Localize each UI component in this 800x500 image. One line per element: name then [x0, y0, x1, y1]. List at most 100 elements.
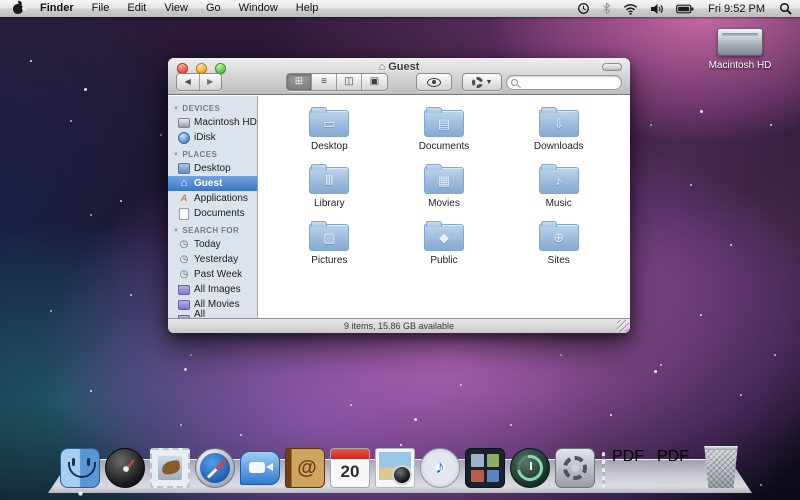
sidebar-item-desktop[interactable]: Desktop: [168, 161, 257, 176]
addressbook-glyph: @: [297, 457, 317, 480]
menu-item-edit[interactable]: Edit: [118, 2, 155, 14]
dock-icon-finder[interactable]: [60, 448, 100, 488]
menu-item-view[interactable]: View: [155, 2, 197, 14]
dock-icon-addressbook[interactable]: @: [285, 448, 325, 488]
quick-look-button[interactable]: [416, 73, 452, 91]
dock-icon-sysprefs[interactable]: [555, 448, 595, 488]
menu-item-window[interactable]: Window: [230, 2, 287, 14]
sidebar-item-past-week[interactable]: ◷Past Week: [168, 267, 257, 282]
sidebar-item-guest[interactable]: ⌂Guest: [168, 176, 257, 191]
desktop-volume-macintosh-hd[interactable]: Macintosh HD: [698, 28, 782, 71]
menu-bar-clock[interactable]: Fri 9:52 PM: [706, 3, 767, 15]
sidebar-item-idisk[interactable]: iDisk: [168, 130, 257, 145]
spotlight-search-icon[interactable]: [779, 2, 792, 15]
doc-icon: [178, 208, 190, 220]
window-titlebar[interactable]: ⌂Guest ◀ ▶ ⊞ ≡ ◫ ▣ ▼: [168, 58, 630, 95]
sidebar-item-documents[interactable]: Documents: [168, 206, 257, 221]
folder-sites[interactable]: ⊕Sites: [539, 216, 579, 266]
sidebar-section-header[interactable]: ▼SEARCH FOR: [168, 221, 257, 237]
sync-clock-icon[interactable]: [577, 2, 590, 15]
folder-documents[interactable]: ▤Documents: [419, 102, 470, 152]
finder-window: ⌂Guest ◀ ▶ ⊞ ≡ ◫ ▣ ▼: [168, 58, 630, 333]
dock-icon-timemachine[interactable]: [510, 448, 550, 488]
dock-icon-dashboard[interactable]: [105, 448, 145, 488]
dock-icon-mail[interactable]: [150, 448, 190, 488]
dock-separator: [602, 452, 605, 488]
folder-public[interactable]: ◆Public: [424, 216, 464, 266]
search-field[interactable]: [506, 75, 622, 90]
pictures-emblem-icon: ▨: [323, 230, 335, 246]
movies-emblem-icon: ▦: [438, 173, 450, 189]
dock-icon-pdf-document-2[interactable]: PDF: [657, 448, 697, 488]
folder-music[interactable]: ♪Music: [539, 159, 579, 209]
search-icon: [511, 79, 518, 86]
dock-icon-ichat[interactable]: [240, 451, 280, 485]
sidebar-item-label: Past Week: [194, 269, 242, 280]
back-button[interactable]: ◀: [177, 74, 200, 90]
view-mode-control: ⊞ ≡ ◫ ▣: [286, 73, 388, 91]
folder-movies[interactable]: ▦ Movies: [424, 159, 464, 209]
desktop: { "colors": { "accent": "#3a77c6", "side…: [0, 0, 800, 500]
dock-icon-itunes[interactable]: ♪: [420, 448, 460, 488]
dock-icon-spaces[interactable]: [465, 448, 505, 488]
eye-icon: [427, 78, 441, 87]
sidebar-section-label: SEARCH FOR: [182, 226, 239, 235]
sidebar-item-all-images[interactable]: All Images: [168, 282, 257, 297]
app-icon: A: [178, 193, 190, 205]
disclosure-triangle-icon: ▼: [173, 152, 179, 158]
volume-icon[interactable]: [650, 3, 664, 15]
menu-item-help[interactable]: Help: [287, 2, 328, 14]
running-indicator: [78, 491, 83, 496]
list-view-button[interactable]: ≡: [312, 74, 337, 90]
folder-label: Library: [314, 198, 345, 209]
forward-button[interactable]: ▶: [200, 74, 222, 90]
menu-item-go[interactable]: Go: [197, 2, 230, 14]
sidebar: ▼DEVICESMacintosh HDiDisk▼PLACES Desktop ⌂…: [168, 96, 258, 318]
documents-emblem-icon: ▤: [438, 116, 450, 132]
menu-item-file[interactable]: File: [83, 2, 119, 14]
folder-desktop[interactable]: ▭Desktop: [309, 102, 349, 152]
sidebar-item-today[interactable]: ◷Today: [168, 237, 257, 252]
dock-icon-pdf-document[interactable]: PDF: [612, 448, 652, 488]
apple-menu-icon[interactable]: [12, 2, 25, 15]
battery-icon[interactable]: [676, 4, 694, 14]
toolbar: ◀ ▶ ⊞ ≡ ◫ ▣ ▼: [168, 72, 630, 92]
dock-icon-safari[interactable]: [195, 448, 235, 488]
downloads-emblem-icon: ⇩: [553, 116, 564, 132]
action-menu-button[interactable]: ▼: [462, 73, 502, 91]
window-body: ▼DEVICESMacintosh HDiDisk▼PLACES Desktop ⌂…: [168, 96, 630, 318]
dock: @20 ♪ PDF PDF: [60, 444, 740, 488]
sidebar-item-yesterday[interactable]: ◷Yesterday: [168, 252, 257, 267]
library-emblem-icon: Ⅲ: [325, 173, 334, 189]
dock-icon-iphoto[interactable]: [375, 448, 415, 488]
resize-grip[interactable]: [617, 320, 629, 332]
folder-downloads[interactable]: ⇩Downloads: [534, 102, 583, 152]
bluetooth-icon[interactable]: [602, 2, 611, 15]
folder-label: Pictures: [311, 255, 347, 266]
sidebar-item-label: Desktop: [194, 163, 231, 174]
sidebar-section-header[interactable]: ▼PLACES: [168, 145, 257, 161]
sidebar-item-label: Today: [194, 239, 221, 250]
pdf-label: PDF: [657, 448, 689, 465]
smart-icon: [178, 299, 190, 311]
search-input[interactable]: [521, 77, 611, 87]
wifi-icon[interactable]: [623, 3, 638, 15]
folder-label: Movies: [428, 198, 460, 209]
folder-icon: ▨: [309, 224, 349, 251]
hard-drive-icon: [717, 28, 763, 56]
menu-item-finder[interactable]: Finder: [31, 2, 83, 14]
coverflow-view-button[interactable]: ▣: [362, 74, 387, 90]
music-emblem-icon: ♪: [555, 173, 562, 188]
sidebar-item-macintosh-hd[interactable]: Macintosh HD: [168, 115, 257, 130]
folder-library[interactable]: Ⅲ Library: [309, 159, 349, 209]
column-view-button[interactable]: ◫: [337, 74, 362, 90]
icon-view-button[interactable]: ⊞: [287, 74, 312, 90]
sidebar-section-header[interactable]: ▼DEVICES: [168, 99, 257, 115]
public-emblem-icon: ◆: [439, 230, 449, 246]
toolbar-toggle-button[interactable]: [602, 63, 622, 71]
folder-label: Sites: [548, 255, 570, 266]
dock-icon-ical[interactable]: 20: [330, 448, 370, 488]
dock-icon-trash[interactable]: [702, 446, 740, 488]
folder-pictures[interactable]: ▨ Pictures: [309, 216, 349, 266]
sidebar-item-applications[interactable]: AApplications: [168, 191, 257, 206]
